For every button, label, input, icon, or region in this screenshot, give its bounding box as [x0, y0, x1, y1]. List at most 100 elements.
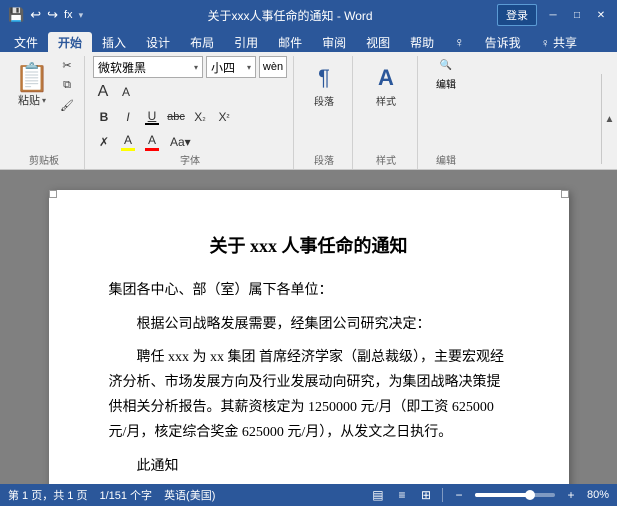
paste-button[interactable]: 📋 粘贴 ▾ — [10, 56, 54, 116]
title-bar: 💾 ↩ ↪ fx ▾ 关于xxx人事任命的通知 - Word 登录 ─ □ ✕ — [0, 0, 617, 30]
strikethrough-button[interactable]: abc — [165, 106, 187, 128]
tab-design[interactable]: 设计 — [136, 32, 180, 52]
font-size-value: 小四 — [211, 59, 235, 76]
editing-group-label: 编辑 — [436, 152, 456, 167]
clear-format-icon: ✗ — [99, 135, 109, 149]
font-shrink-button[interactable]: A — [116, 81, 136, 103]
italic-button[interactable]: I — [117, 106, 139, 128]
subscript-button[interactable]: X₂ — [189, 106, 211, 128]
change-case-button[interactable]: Aa▾ — [165, 131, 196, 153]
font-size-dropdown-icon[interactable]: ▾ — [247, 63, 251, 72]
change-case-label: Aa▾ — [170, 135, 191, 149]
styles-button[interactable]: A 样式 — [361, 56, 411, 116]
underline-indicator — [145, 123, 159, 125]
copy-button[interactable]: ⧉ — [56, 76, 78, 94]
paste-dropdown-icon[interactable]: ▾ — [42, 96, 46, 105]
tab-review[interactable]: 审阅 — [312, 32, 356, 52]
zoom-thumb — [525, 490, 535, 500]
subscript-icon: ₂ — [202, 112, 206, 122]
title-bar-title: 关于xxx人事任命的通知 - Word — [83, 7, 497, 24]
copy-icon: ⧉ — [63, 79, 71, 92]
font-color-row: ✗ A A Aa▾ — [93, 131, 287, 153]
minimize-button[interactable]: ─ — [545, 7, 561, 23]
font-size-selector[interactable]: 小四 ▾ — [206, 56, 256, 78]
word-count-label: 1/151 个字 — [99, 487, 152, 503]
tab-light[interactable]: ♀ — [444, 32, 475, 52]
tab-tell-me[interactable]: 告诉我 — [475, 32, 531, 52]
paragraph-group: ¶ 段落 段落 — [296, 56, 353, 169]
paragraph-icon: ¶ — [318, 65, 330, 91]
zoom-track — [475, 493, 527, 497]
styles-icon: A — [378, 65, 394, 91]
tab-home[interactable]: 开始 — [48, 32, 92, 52]
save-icon[interactable]: 💾 — [8, 7, 24, 23]
editing-group: 🔍 编辑 编辑 — [420, 56, 472, 169]
quick-access-toolbar: 💾 ↩ ↪ fx ▾ — [8, 7, 83, 23]
zoom-slider[interactable] — [475, 493, 555, 497]
italic-label: I — [126, 110, 129, 124]
ribbon-collapse-button[interactable]: ▲ — [601, 74, 617, 164]
superscript-button[interactable]: X² — [213, 106, 235, 128]
tab-insert[interactable]: 插入 — [92, 32, 136, 52]
tab-file[interactable]: 文件 — [4, 32, 48, 52]
editing-group-content: 🔍 编辑 — [426, 56, 466, 105]
editing-button[interactable]: 🔍 — [426, 56, 466, 74]
page-corner-tr — [561, 190, 569, 198]
styles-group-content: A 样式 — [361, 56, 411, 130]
title-bar-right: 登录 ─ □ ✕ — [497, 4, 609, 26]
document-title-text: 关于xxx人事任命的通知 - Word — [207, 9, 372, 23]
close-button[interactable]: ✕ — [593, 7, 609, 23]
zoom-plus-button[interactable]: + — [563, 487, 579, 503]
styles-group: A 样式 样式 — [355, 56, 418, 169]
paste-icon: 📋 — [15, 64, 50, 92]
wen-button[interactable]: wèn — [259, 56, 287, 78]
zoom-minus-button[interactable]: − — [451, 487, 467, 503]
font-name-selector[interactable]: 微软雅黑 ▾ — [93, 56, 203, 78]
font-color-button[interactable]: A — [141, 131, 163, 153]
tab-help[interactable]: 帮助 — [400, 32, 444, 52]
editing-label: 编辑 — [436, 76, 456, 91]
paragraph-button[interactable]: ¶ 段落 — [302, 56, 346, 116]
document-area: 关于 xxx 人事任命的通知 集团各中心、部（室）属下各单位： 根据公司战略发展… — [0, 170, 617, 484]
tab-share[interactable]: ♀ 共享 — [531, 32, 587, 52]
font-color-icon: A — [148, 133, 156, 147]
font-formatting-row: B I U abc X₂ X² — [93, 106, 287, 128]
tab-references[interactable]: 引用 — [224, 32, 268, 52]
document-heading: 关于 xxx 人事任命的通知 — [109, 230, 509, 262]
superscript-icon: ² — [227, 112, 230, 122]
language-label: 英语(美国) — [164, 487, 215, 503]
font-grow-button[interactable]: A — [93, 81, 113, 103]
login-button[interactable]: 登录 — [497, 4, 537, 26]
ribbon-collapse-icon: ▲ — [605, 114, 615, 125]
cut-icon: ✂ — [62, 59, 71, 72]
font-row1b: A A — [93, 81, 287, 103]
view-print-button[interactable]: ≡ — [394, 487, 410, 503]
tab-layout[interactable]: 布局 — [180, 32, 224, 52]
wen-label: wèn — [263, 61, 283, 73]
tab-mailings[interactable]: 邮件 — [268, 32, 312, 52]
document-para-2: 聘任 xxx 为 xx 集团 首席经济学家（副总裁级），主要宏观经济分析、市场发… — [109, 345, 509, 446]
formula-icon[interactable]: fx — [64, 9, 73, 21]
font-name-value: 微软雅黑 — [98, 59, 146, 76]
ribbon-tabs: 文件 开始 插入 设计 布局 引用 邮件 审阅 视图 帮助 ♀ 告诉我 ♀ 共享 — [0, 30, 617, 52]
view-read-button[interactable]: ▤ — [370, 487, 386, 503]
font-name-dropdown-icon[interactable]: ▾ — [194, 63, 198, 72]
undo-icon[interactable]: ↩ — [30, 7, 41, 23]
restore-button[interactable]: □ — [569, 7, 585, 23]
tab-view[interactable]: 视图 — [356, 32, 400, 52]
document-para-1: 根据公司战略发展需要，经集团公司研究决定： — [109, 312, 509, 337]
view-web-button[interactable]: ⊞ — [418, 487, 434, 503]
format-painter-button[interactable]: 🖌 — [56, 96, 78, 114]
highlight-color-button[interactable]: A — [117, 131, 139, 153]
page-count-label: 第 1 页，共 1 页 — [8, 487, 87, 503]
clear-format-button[interactable]: ✗ — [93, 131, 115, 153]
cut-button[interactable]: ✂ — [56, 56, 78, 74]
bold-button[interactable]: B — [93, 106, 115, 128]
document-para-3: 此通知 — [109, 454, 509, 479]
status-bar-left: 第 1 页，共 1 页 1/151 个字 英语(美国) — [8, 487, 215, 503]
page-corner-tl — [49, 190, 57, 198]
font-row1: 微软雅黑 ▾ 小四 ▾ wèn — [93, 56, 287, 78]
underline-button[interactable]: U — [141, 106, 163, 128]
editing-icon: 🔍 — [440, 60, 452, 71]
redo-icon[interactable]: ↪ — [47, 7, 58, 23]
